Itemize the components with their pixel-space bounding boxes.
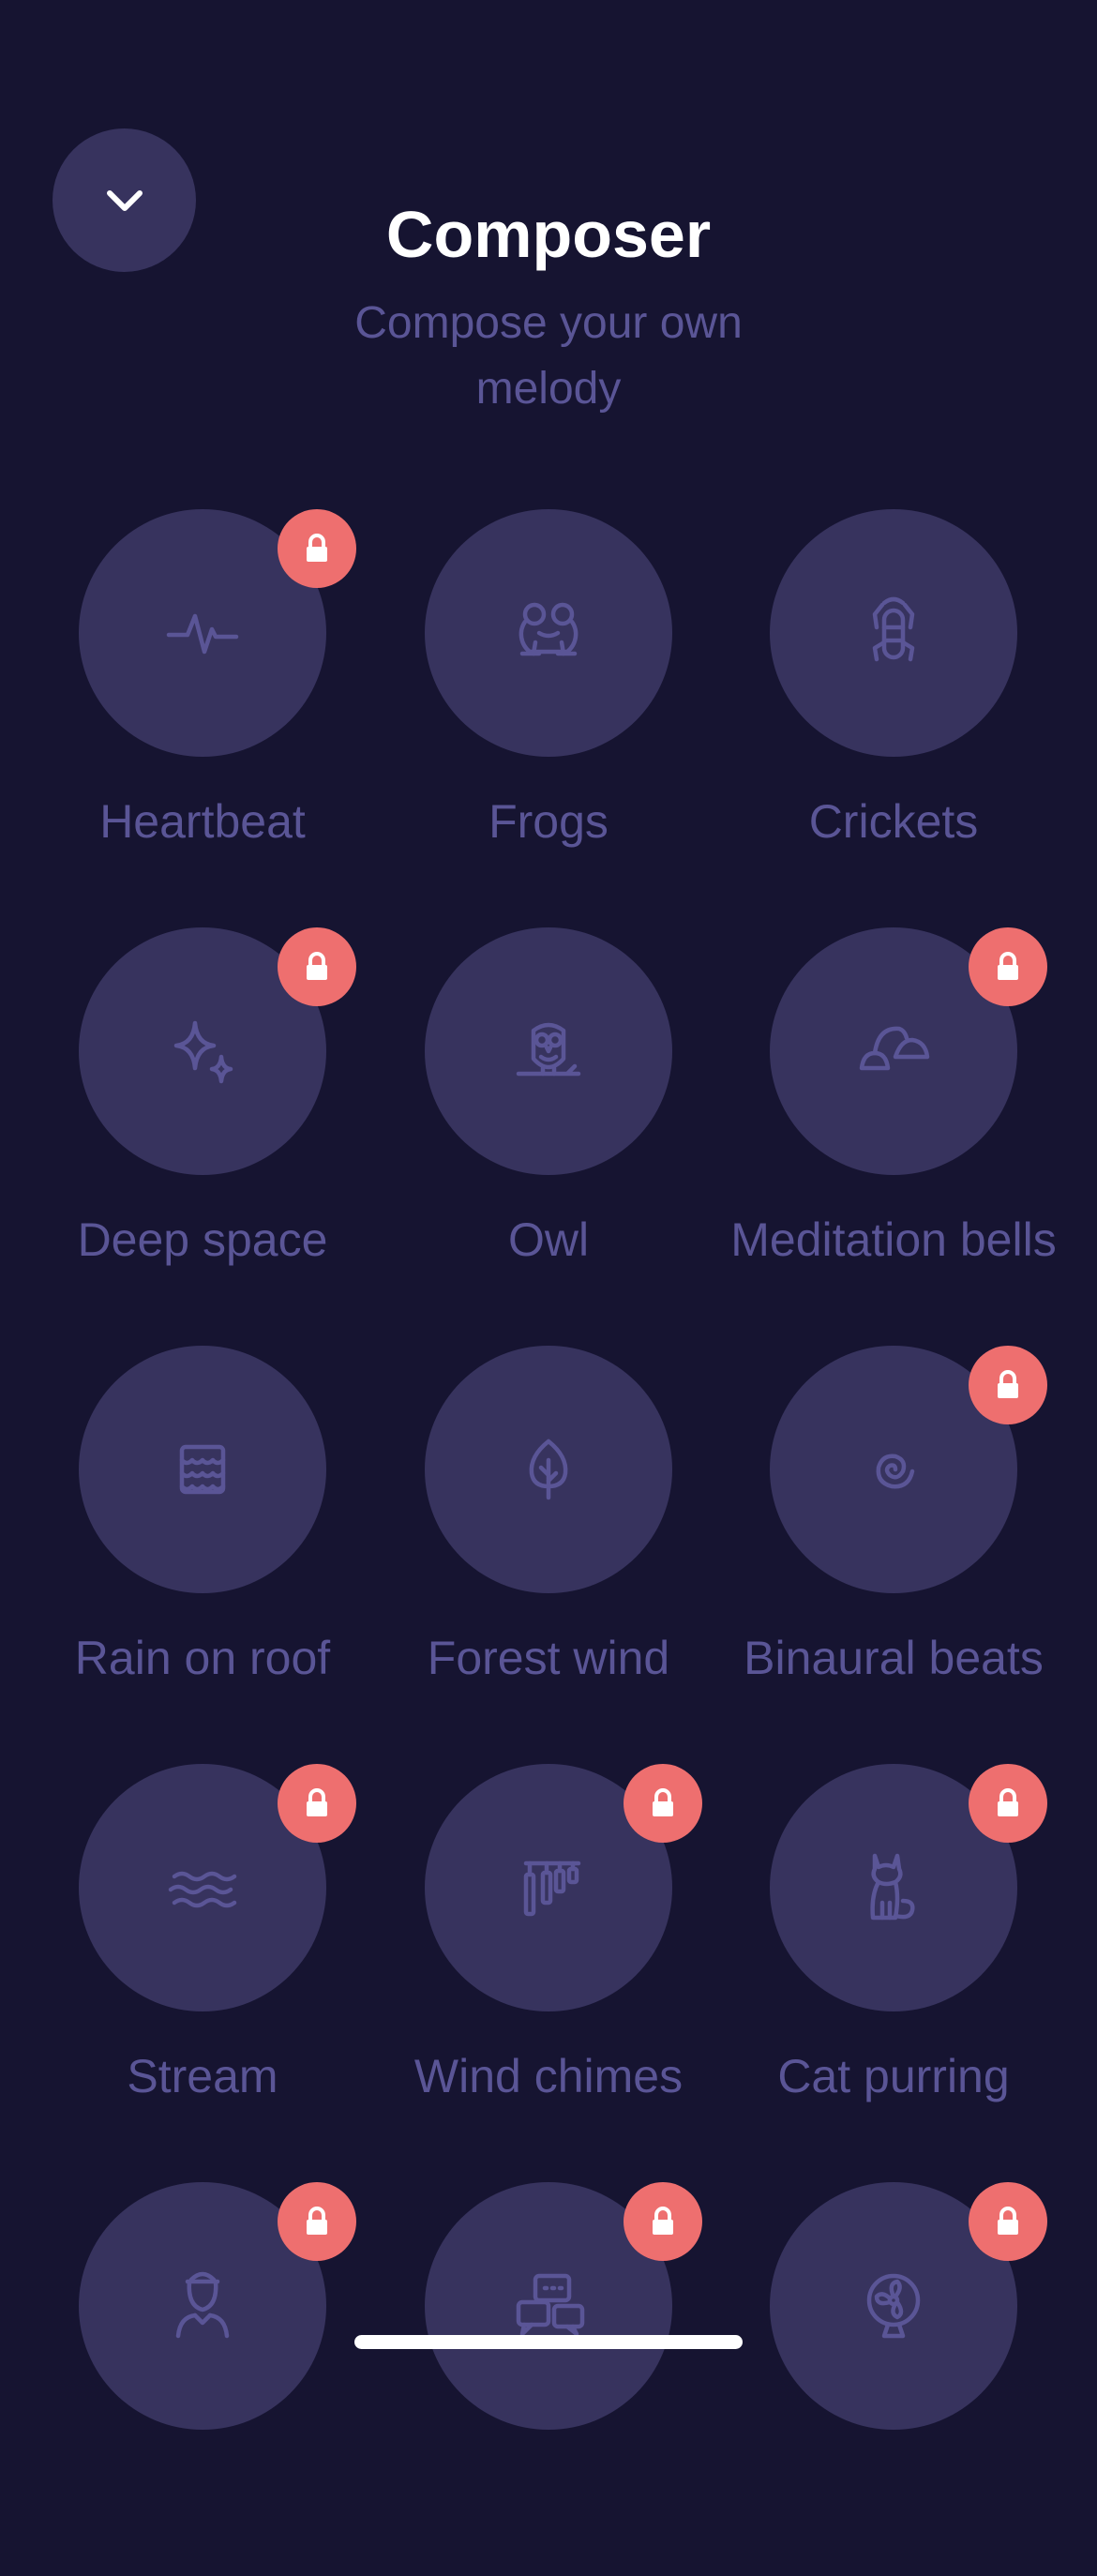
lock-badge: [278, 509, 356, 588]
sound-label: Meditation bells: [730, 1213, 1057, 1266]
roof-tiles-icon: [179, 1444, 226, 1495]
waves-icon: [168, 1871, 237, 1908]
sound-label: Binaural beats: [744, 1632, 1044, 1684]
lock-badge: [969, 1764, 1047, 1843]
sound-label: Stream: [127, 2050, 278, 2102]
sound-label: Forest wind: [427, 1632, 670, 1684]
sound-label: Rain on roof: [74, 1632, 331, 1684]
sound-button-crickets[interactable]: [770, 509, 1017, 757]
lock-badge: [969, 1346, 1047, 1424]
cat-icon: [870, 1853, 915, 1921]
lock-icon: [998, 1370, 1018, 1398]
sound-tile-forest-wind[interactable]: Forest wind: [376, 1346, 721, 1740]
sound-button-forest-wind[interactable]: [425, 1346, 672, 1593]
page-subtitle: Compose your own melody: [354, 298, 743, 414]
lock-badge: [624, 2182, 702, 2261]
page-title: Composer: [385, 198, 712, 271]
lock-icon: [998, 952, 1018, 980]
sound-tile-rain-on-roof[interactable]: Rain on roof: [30, 1346, 375, 1740]
sound-tile-binaural-beats[interactable]: Binaural beats: [721, 1346, 1066, 1740]
lock-icon: [307, 952, 327, 980]
person-icon: [175, 2271, 230, 2339]
sound-label: Heartbeat: [99, 795, 306, 848]
lock-icon: [653, 2207, 673, 2235]
sound-tile-deep-space[interactable]: Deep space: [30, 927, 375, 1321]
lock-icon: [998, 1788, 1018, 1816]
lock-badge: [969, 927, 1047, 1006]
sound-button-rain-on-roof[interactable]: [79, 1346, 326, 1593]
lock-badge: [624, 1764, 702, 1843]
sound-button-owl[interactable]: [425, 927, 672, 1175]
sound-label: Cat purring: [777, 2050, 1010, 2102]
sound-tile-cat-purring[interactable]: Cat purring: [721, 1764, 1066, 2158]
lock-icon: [307, 2207, 327, 2235]
lock-badge: [278, 1764, 356, 1843]
sound-tile-meditation-bells[interactable]: Meditation bells: [721, 927, 1066, 1321]
sound-tile-stream[interactable]: Stream: [30, 1764, 375, 2158]
owl-icon: [516, 1022, 581, 1077]
sound-tile-wind-chimes[interactable]: Wind chimes: [376, 1764, 721, 2158]
spiral-icon: [876, 1454, 915, 1489]
lock-icon: [653, 1788, 673, 1816]
sparkles-icon: [173, 1020, 233, 1084]
bells-icon: [859, 1026, 930, 1071]
sound-label: Frogs: [488, 795, 609, 848]
lock-badge: [969, 2182, 1047, 2261]
sound-label: Wind chimes: [413, 2050, 684, 2102]
sound-label: Deep space: [77, 1213, 328, 1266]
sound-tile-heartbeat[interactable]: Heartbeat: [30, 509, 375, 903]
lock-icon: [998, 2207, 1018, 2235]
lock-badge: [278, 927, 356, 1006]
sound-tile-frogs[interactable]: Frogs: [376, 509, 721, 903]
home-indicator[interactable]: [354, 2335, 743, 2349]
lock-badge: [278, 2182, 356, 2261]
cricket-icon: [872, 596, 915, 662]
leaf-icon: [529, 1439, 568, 1500]
sound-tile-owl[interactable]: Owl: [376, 927, 721, 1321]
lock-icon: [307, 1788, 327, 1816]
sound-label: Crickets: [808, 795, 979, 848]
sound-tile-person[interactable]: [30, 2182, 375, 2576]
heartbeat-icon: [166, 613, 239, 655]
sound-tile-crickets[interactable]: Crickets: [721, 509, 1066, 903]
wind-chimes-icon: [523, 1860, 581, 1917]
lock-icon: [307, 534, 327, 562]
fan-icon: [866, 2273, 921, 2339]
sound-tile-fan[interactable]: [721, 2182, 1066, 2576]
frog-icon: [518, 602, 579, 656]
sound-button-frogs[interactable]: [425, 509, 672, 757]
sound-tile-chat[interactable]: [376, 2182, 721, 2576]
sound-label: Owl: [507, 1213, 590, 1266]
